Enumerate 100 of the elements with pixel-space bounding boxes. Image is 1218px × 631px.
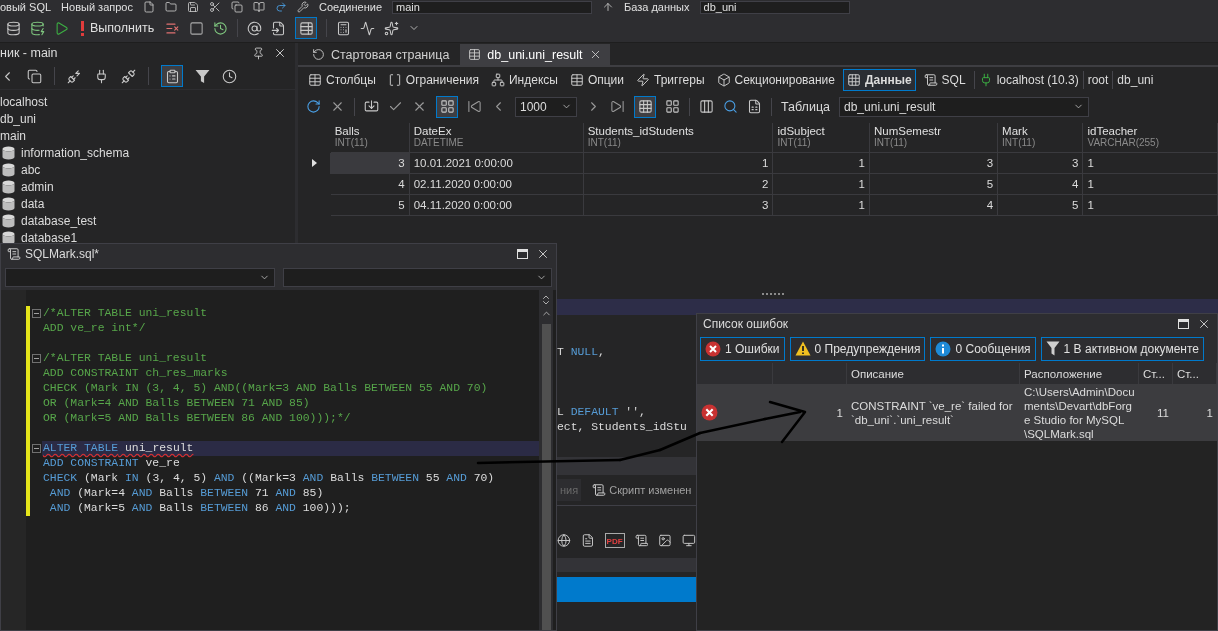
table-icon[interactable] (468, 48, 482, 61)
collapse-icon[interactable] (31, 444, 41, 453)
tree-item[interactable]: information_schema (0, 144, 295, 161)
script-icon[interactable] (634, 532, 649, 548)
maximize-icon[interactable] (517, 249, 528, 259)
clock-icon[interactable] (222, 68, 237, 84)
object-tab[interactable]: Опции (565, 69, 629, 91)
object-tab[interactable]: Ограничения (383, 69, 483, 91)
save-icon[interactable] (186, 1, 199, 13)
tree-item[interactable]: database1 (0, 229, 295, 246)
object-tab[interactable]: Данные (842, 69, 916, 91)
column-header[interactable]: Ст... (1139, 363, 1173, 384)
close-icon[interactable] (536, 247, 550, 261)
split-icon[interactable] (540, 294, 552, 306)
tree-item[interactable]: data (0, 195, 295, 212)
book-icon[interactable] (252, 1, 265, 13)
columns-icon[interactable] (699, 99, 714, 114)
chart-icon[interactable] (360, 20, 376, 36)
globe-icon[interactable] (557, 532, 571, 548)
object-tab[interactable]: Триггеры (632, 69, 709, 91)
column-type: INT(11) (873, 136, 909, 148)
page-size-combo[interactable]: 1000 (515, 96, 577, 117)
column-header[interactable]: idTeacher (1087, 124, 1213, 137)
column-type: INT(11) (1002, 136, 1037, 148)
table-combo[interactable]: db_uni.uni_result (839, 96, 1089, 117)
column-header[interactable]: Students_idStudents (587, 124, 769, 137)
tree-item[interactable]: abc (0, 161, 295, 178)
column-header[interactable]: Balls (334, 124, 405, 137)
filter-button[interactable]: 1 В активном документе (1040, 336, 1204, 361)
filter-button[interactable]: 0 Предупреждения (789, 336, 926, 361)
splitter-grip-icon[interactable] (762, 292, 784, 296)
database-field[interactable]: db_uni (699, 0, 850, 14)
menu-item[interactable]: овый SQL (0, 1, 52, 13)
close-icon[interactable] (1197, 317, 1211, 331)
scrollbar-thumb[interactable] (541, 324, 551, 630)
wrench-icon[interactable] (296, 1, 309, 13)
plug-icon[interactable] (94, 68, 109, 84)
column-header[interactable]: Описание (847, 363, 1020, 384)
copy-icon[interactable] (230, 1, 243, 13)
play-icon[interactable] (54, 20, 69, 36)
copy-icon[interactable] (27, 68, 42, 84)
unplug-icon[interactable] (121, 68, 136, 84)
scissors-icon[interactable] (208, 1, 221, 13)
connection-field[interactable]: main (392, 0, 592, 14)
cancel-icon[interactable] (412, 99, 427, 114)
column-header[interactable]: DateEx (413, 124, 579, 137)
at-sign-icon[interactable] (247, 20, 263, 36)
redo-icon[interactable] (274, 1, 287, 13)
filter-button[interactable]: 0 Сообщения (930, 336, 1036, 361)
card-view-icon[interactable] (665, 99, 680, 114)
object-tab[interactable]: SQL (919, 69, 970, 91)
bottom-tab[interactable]: Скрипт изменен (589, 479, 695, 501)
execute-button[interactable]: Выполнить (78, 20, 157, 36)
tree-item[interactable]: db_uni (0, 110, 295, 127)
refresh-icon[interactable] (312, 48, 325, 61)
document-icon[interactable] (580, 532, 595, 548)
object-tab[interactable]: Секционирование (712, 69, 839, 91)
plug-zap-icon[interactable] (67, 68, 82, 84)
column-header[interactable]: Mark (1002, 124, 1079, 137)
sparkle-icon[interactable] (384, 20, 400, 36)
object-tab[interactable]: Индексы (486, 69, 562, 91)
history-icon[interactable] (213, 20, 229, 36)
maximize-icon[interactable] (1178, 319, 1189, 329)
stop-icon[interactable] (189, 20, 205, 36)
collapse-icon[interactable] (31, 309, 41, 318)
spreadsheet-icon[interactable] (747, 99, 762, 114)
column-header[interactable]: Расположение (1020, 363, 1139, 384)
tree-item[interactable]: admin (0, 178, 295, 195)
calculator-icon[interactable] (336, 20, 352, 36)
refresh-icon[interactable] (306, 99, 321, 114)
document-tab[interactable]: db_uni.uni_result (460, 44, 610, 65)
collapse-icon[interactable] (31, 354, 41, 363)
menu-item[interactable]: Новый запрос (61, 1, 133, 13)
search-icon[interactable] (723, 99, 738, 114)
database-icon[interactable] (6, 20, 21, 36)
database-icon[interactable] (30, 20, 45, 36)
column-header[interactable]: NumSemestr (873, 124, 994, 137)
folder-icon[interactable] (164, 1, 177, 13)
filter-button[interactable]: 1 Ошибки (700, 336, 785, 361)
arrow-up-icon[interactable] (602, 1, 614, 13)
last-page-icon[interactable] (610, 99, 625, 114)
object-tab[interactable]: Столбцы (304, 69, 380, 91)
tree-item[interactable]: localhost (0, 93, 295, 110)
first-page-icon[interactable] (467, 99, 482, 114)
document-tab[interactable]: Стартовая страница (304, 44, 458, 65)
column-header[interactable]: idSubject (777, 124, 865, 137)
filter-icon[interactable] (195, 68, 210, 84)
column-header[interactable]: Ст... (1173, 363, 1217, 384)
cancel-icon[interactable] (330, 99, 345, 114)
list-icon[interactable] (165, 20, 181, 36)
monitor-icon[interactable] (682, 532, 696, 548)
tree-item[interactable]: database_test (0, 212, 295, 229)
file-icon[interactable] (142, 1, 155, 13)
image-icon[interactable] (658, 532, 673, 548)
pdf-icon[interactable]: PDF (604, 532, 625, 548)
table-cell: 1 (773, 384, 847, 441)
tree-item[interactable]: main (0, 127, 295, 144)
import-icon[interactable] (364, 99, 379, 114)
pin-icon[interactable] (252, 46, 265, 60)
file-import-icon[interactable] (271, 20, 287, 36)
